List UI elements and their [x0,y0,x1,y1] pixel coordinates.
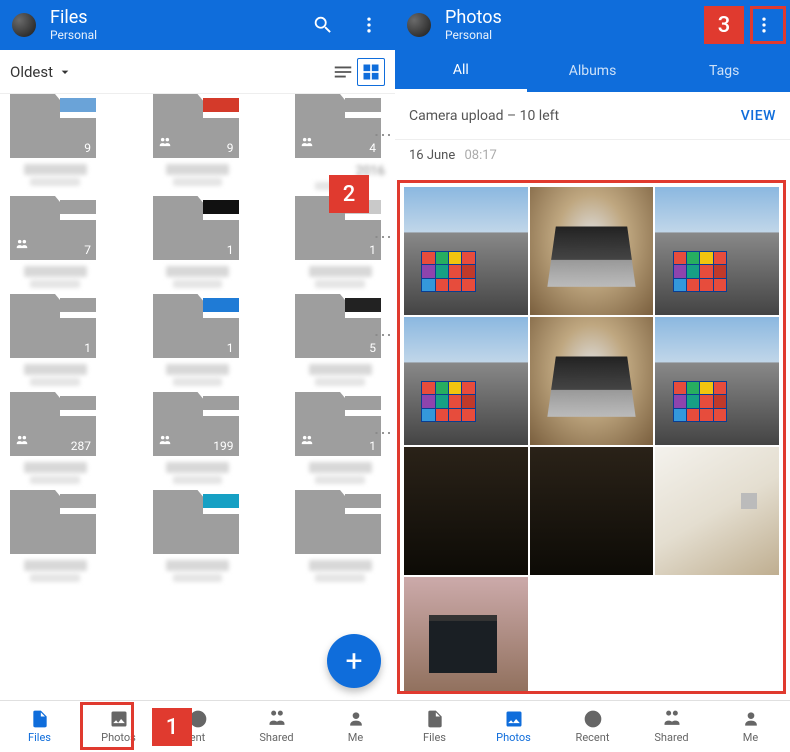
folder-count: 9 [84,141,91,155]
nav-label: ent [190,731,206,744]
row-menu-icon[interactable]: ⋮ [376,126,387,143]
sort-bar: Oldest [0,50,395,94]
folder-count: 1 [227,243,234,257]
folder-count: 1 [227,341,234,355]
folder[interactable]: 1 [295,400,385,492]
folder[interactable]: 287 [10,400,100,492]
bottom-nav-left: FilesPhotosentSharedMe [0,700,395,752]
folder[interactable] [153,498,243,590]
folder[interactable]: 5 [295,302,385,394]
folder[interactable]: 1 [153,204,243,296]
nav-files[interactable]: Files [395,701,474,752]
folder[interactable]: 9 [153,102,243,198]
nav-me[interactable]: Me [711,701,790,752]
folder[interactable]: 7 [10,204,100,296]
folder[interactable]: 1 [153,302,243,394]
files-title: Files [50,8,309,28]
photo-thumb[interactable] [655,447,779,575]
avatar[interactable] [407,13,431,37]
nav-files[interactable]: Files [0,701,79,752]
photo-thumb[interactable] [404,317,528,445]
photo-thumb[interactable] [530,447,654,575]
step1-badge: 1 [152,708,192,746]
shared-icon [158,433,172,451]
nav-recent[interactable]: Recent [553,701,632,752]
folder-count: 5 [369,341,376,355]
photo-date-header: 16 June 08:17 [395,140,790,163]
row-menu-icon[interactable]: ⋮ [376,424,387,441]
folder-count: 1 [369,439,376,453]
folder[interactable]: 1 [10,302,100,394]
files-pane: Files Personal Oldest 9942016⋮711⋮115⋮28… [0,0,395,752]
list-view-icon[interactable] [329,58,357,86]
files-header: Files Personal [0,0,395,50]
shared-icon [15,433,29,451]
photo-thumb[interactable] [404,187,528,315]
row-menu-icon[interactable]: ⋮ [376,326,387,343]
shared-icon [15,237,29,255]
folder-count: 1 [369,243,376,257]
row-menu-icon[interactable]: ⋮ [376,228,387,245]
folder-count: 7 [84,243,91,257]
shared-icon [300,433,314,451]
nav-label: Me [348,731,363,744]
tab-all[interactable]: All [395,50,527,92]
nav-label: Shared [654,731,688,744]
folder[interactable] [10,498,100,590]
upload-view-link[interactable]: VIEW [741,108,776,124]
shared-icon [300,135,314,153]
nav-label: Recent [576,731,610,744]
folder[interactable]: 9 [10,102,100,198]
avatar[interactable] [12,13,36,37]
upload-status: Camera upload – 10 left [409,108,559,124]
search-icon[interactable] [309,11,337,39]
bottom-nav-right: Files Photos Recent Shared Me [395,700,790,752]
sort-dropdown[interactable]: Oldest [10,63,73,81]
step2-badge: 2 [329,175,369,213]
nav-label: Photos [496,731,531,744]
shared-icon [158,135,172,153]
photo-thumb[interactable] [530,187,654,315]
header-titles: Files Personal [50,8,309,42]
folder-count: 9 [227,141,234,155]
more-icon[interactable] [355,11,383,39]
folder-count: 1 [84,341,91,355]
photo-grid [397,180,786,694]
nav-shared[interactable]: Shared [237,701,316,752]
tab-albums[interactable]: Albums [527,50,659,92]
sort-label: Oldest [10,63,53,81]
nav-label: Shared [259,731,293,744]
photo-thumb[interactable] [404,577,528,694]
photo-thumb[interactable] [530,317,654,445]
nav-me[interactable]: Me [316,701,395,752]
nav-label: Files [423,731,446,744]
folder-count: 4 [369,141,376,155]
photos-pane: Photos Personal AllAlbumsTags Camera upl… [395,0,790,752]
files-subtitle: Personal [50,28,309,42]
step1-highlight [80,702,134,750]
folder[interactable]: 199 [153,400,243,492]
fab-add[interactable]: + [327,634,381,688]
photo-thumb[interactable] [404,447,528,575]
nav-shared[interactable]: Shared [632,701,711,752]
nav-label: Files [28,731,51,744]
photo-tabs: AllAlbumsTags [395,50,790,92]
tab-tags[interactable]: Tags [658,50,790,92]
photo-thumb[interactable] [655,317,779,445]
step3-highlight [750,6,786,44]
folder-count: 199 [213,439,233,453]
folder-count: 287 [71,439,91,453]
step3-badge: 3 [704,6,744,44]
photo-time: 08:17 [464,148,496,163]
photo-thumb[interactable] [655,187,779,315]
photo-date: 16 June [409,148,455,163]
nav-photos[interactable]: Photos [474,701,553,752]
folder[interactable] [295,498,385,590]
nav-label: Me [743,731,758,744]
camera-upload-bar: Camera upload – 10 left VIEW [395,92,790,140]
grid-view-icon[interactable] [357,58,385,86]
folder[interactable]: 1 [295,204,385,296]
